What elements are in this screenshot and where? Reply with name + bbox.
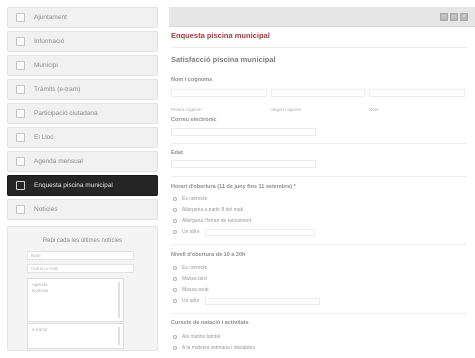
sidebar-nav: Ajuntament Informació Municipi Tràmits (… [7, 7, 158, 223]
edit-icon [16, 181, 25, 190]
sidebar-item-enquesta[interactable]: Enquesta piscina municipal [7, 175, 158, 196]
radio-icon[interactable] [173, 208, 177, 212]
surname2-sublabel: Segon cognom [271, 107, 302, 112]
list-scrollbar[interactable] [118, 282, 120, 318]
radio-icon[interactable] [173, 197, 177, 201]
name-label: Nom i cognoms [171, 77, 213, 83]
radio-icon[interactable] [173, 219, 177, 223]
content-toolbar: □ □ × [169, 7, 475, 27]
sidebar-item-participacio[interactable]: Participació ciutadana [7, 103, 158, 124]
email-field[interactable] [171, 128, 316, 136]
page-title: Enquesta piscina municipal [171, 31, 270, 40]
email-label: Correu electrònic [171, 117, 217, 123]
sidebar-item-label: El Lloc [34, 134, 54, 141]
map-icon [16, 61, 25, 70]
sidebar-item-tramits[interactable]: Tràmits (e-tram) [7, 79, 158, 100]
sidebar-item-label: Enquesta piscina municipal [34, 182, 113, 189]
survey-content: Enquesta piscina municipal [171, 31, 467, 40]
radio-option[interactable]: A la mateixa setmana i dissabtes [173, 345, 255, 351]
opening-level-label: Nivell d'obertura de 10 a 20h [171, 252, 246, 258]
sidebar-item-label: Participació ciutadana [34, 110, 98, 117]
radio-option[interactable]: Un altre [173, 229, 200, 235]
newsletter-list-topics[interactable]: Agenda Notícies [27, 278, 124, 322]
sidebar-item-label: Municipi [34, 62, 58, 69]
divider [171, 176, 467, 177]
title-divider [171, 47, 467, 48]
newsletter-name-input[interactable]: Nom [27, 251, 134, 260]
sidebar-item-informacio[interactable]: Informació [7, 31, 158, 52]
building-icon [16, 13, 25, 22]
sidebar-item-label: Ajuntament [34, 14, 67, 21]
radio-icon[interactable] [173, 266, 177, 270]
opening-hours-label: Horari d'obertura (11 de juny fins 11 se… [171, 184, 296, 190]
firstname-sublabel: Nom [369, 107, 379, 112]
radio-option[interactable]: És correcte [173, 196, 207, 202]
sidebar-item-label: Agenda mensual [34, 158, 83, 165]
radio-option[interactable]: Massa tard [173, 276, 207, 282]
sidebar-item-agenda[interactable]: Agenda mensual [7, 151, 158, 172]
email-button[interactable]: □ [450, 13, 458, 21]
list-item[interactable]: e-tràmit [32, 327, 119, 333]
sidebar-item-el-lloc[interactable]: El Lloc [7, 127, 158, 148]
form-title: Satisfacció piscina municipal [171, 55, 276, 64]
sidebar-item-ajuntament[interactable]: Ajuntament [7, 7, 158, 28]
newsletter-box: Rebi cada les últimes notícies Nom Corre… [7, 226, 158, 351]
print-button[interactable]: □ [440, 13, 448, 21]
firstname-input[interactable] [369, 89, 465, 97]
radio-icon[interactable] [173, 335, 177, 339]
radio-option[interactable]: Massa aviat [173, 287, 209, 293]
courses-label: Cursets de natació i activitats [171, 320, 249, 326]
sidebar-item-label: Informació [34, 38, 65, 45]
radio-icon[interactable] [173, 346, 177, 350]
surname2-input[interactable] [271, 89, 365, 97]
newsletter-title: Rebi cada les últimes notícies [42, 238, 123, 244]
news-icon [16, 205, 25, 214]
radio-option[interactable]: Allargaria l'horari de tancament [173, 218, 251, 224]
radio-option[interactable]: És correcte [173, 265, 207, 271]
radio-icon[interactable] [173, 288, 177, 292]
calendar-icon [16, 157, 25, 166]
divider [171, 313, 467, 314]
people-icon [16, 109, 25, 118]
sidebar-item-noticies[interactable]: Notícies [7, 199, 158, 220]
newsletter-list-services[interactable]: e-tràmit [27, 323, 124, 349]
pin-icon [16, 133, 25, 142]
radio-option[interactable]: Un altre [173, 298, 200, 304]
info-icon [16, 37, 25, 46]
radio-icon[interactable] [173, 277, 177, 281]
sidebar-item-label: Notícies [34, 206, 58, 213]
radio-option[interactable]: Als matins també [173, 334, 220, 340]
radio-option[interactable]: Allargaria a partir 8 del matí [173, 207, 243, 213]
divider [171, 143, 467, 144]
document-icon [16, 85, 25, 94]
age-field[interactable] [171, 160, 316, 168]
other-text-input[interactable] [205, 298, 320, 305]
list-item[interactable]: Notícies [32, 288, 119, 294]
divider [171, 244, 467, 245]
surname1-sublabel: Primer cognom [171, 107, 202, 112]
radio-icon[interactable] [173, 230, 177, 234]
other-text-input[interactable] [205, 229, 315, 236]
newsletter-email-input[interactable]: Correu e-mail [27, 264, 134, 273]
list-scrollbar[interactable] [118, 327, 120, 345]
radio-icon[interactable] [173, 299, 177, 303]
age-label: Edat [171, 150, 183, 156]
window-buttons: □ □ × [440, 13, 468, 21]
sidebar-item-label: Tràmits (e-tram) [34, 86, 81, 93]
close-button[interactable]: × [460, 13, 468, 21]
surname1-input[interactable] [171, 89, 267, 97]
sidebar-item-municipi[interactable]: Municipi [7, 55, 158, 76]
